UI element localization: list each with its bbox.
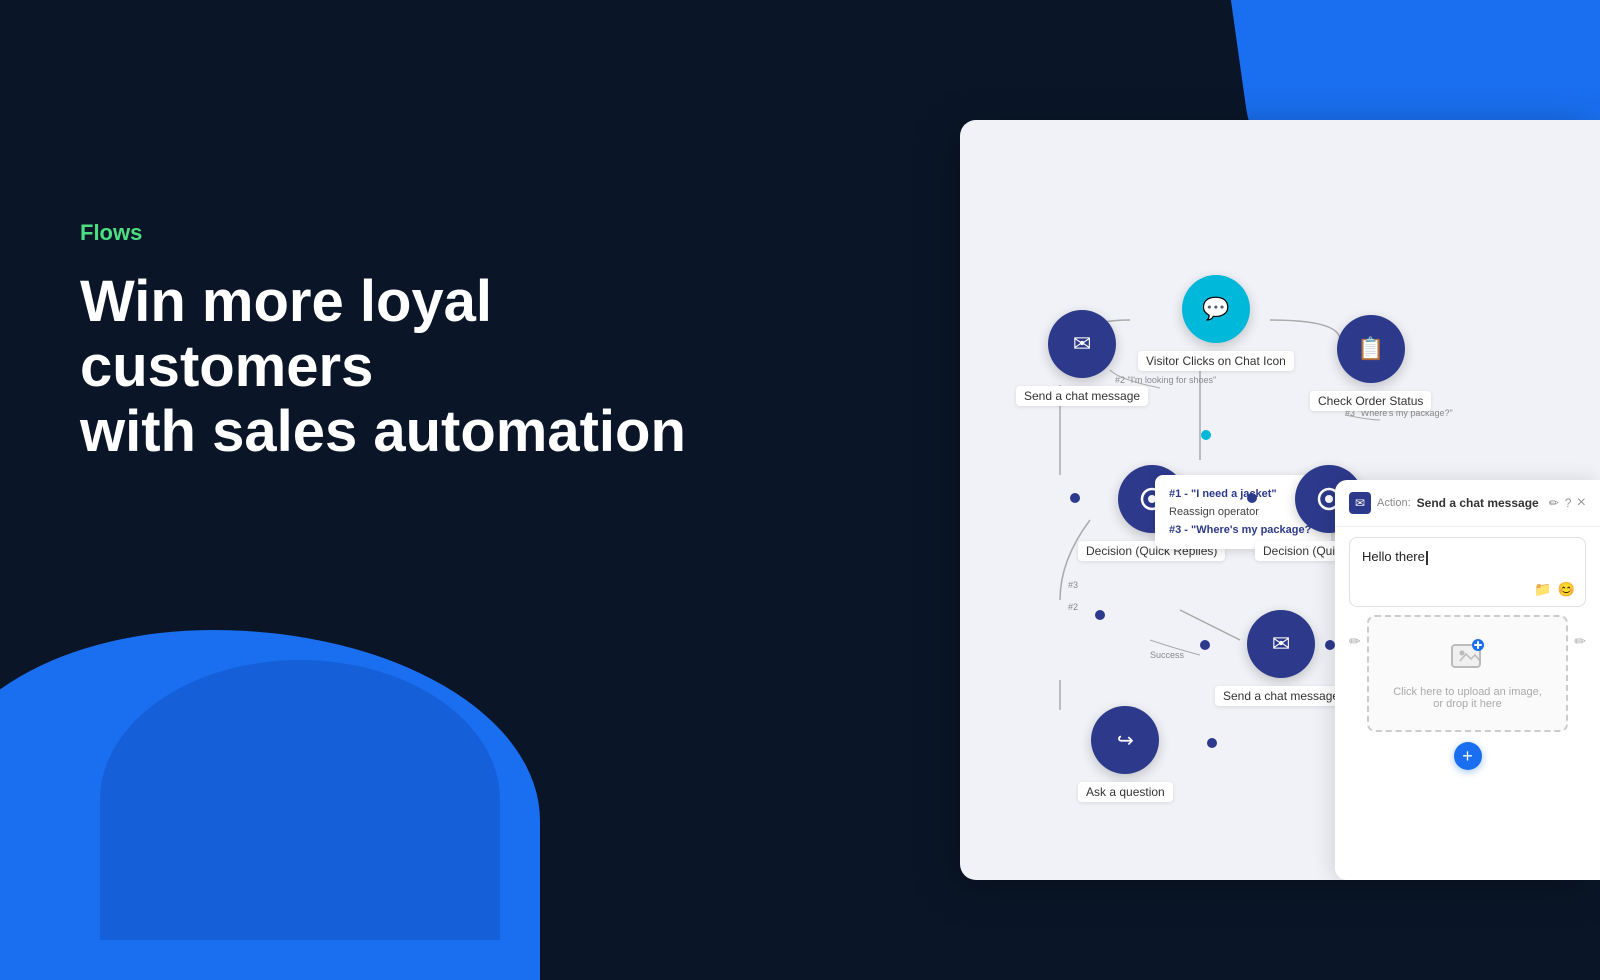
flows-label: Flows (80, 220, 760, 246)
connector-label-2: #2 "I'm looking for shoes" (1115, 375, 1216, 385)
success-label: Success (1150, 650, 1184, 660)
image-upload-row: ✏ Click here to upload an image, (1349, 615, 1586, 732)
emoji-icon[interactable]: 😊 (1558, 581, 1575, 598)
action-panel-header: ✉ Action: Send a chat message ✏ ? × (1335, 480, 1600, 527)
main-heading: Win more loyal customers with sales auto… (80, 270, 760, 465)
folder-icon[interactable]: 📁 (1534, 581, 1551, 598)
image-upload-box[interactable]: Click here to upload an image, or drop i… (1367, 615, 1569, 732)
dot-center-top (1201, 430, 1211, 440)
connector-label-3b: #3 (1068, 580, 1078, 590)
left-panel: Flows Win more loyal customers with sale… (80, 220, 760, 465)
connector-label-2b: #2 (1068, 602, 1078, 612)
dot-right-ask-question (1207, 738, 1217, 748)
node-ask-question[interactable]: ↪ Ask a question (1078, 706, 1173, 802)
action-panel: ✉ Action: Send a chat message ✏ ? × Hell… (1335, 480, 1600, 880)
node-send-chat-2[interactable]: ✉ Send a chat message (1215, 610, 1347, 706)
action-panel-body: Hello there 📁 😊 ✏ (1335, 527, 1600, 780)
ask-question-icon: ↪ (1091, 706, 1159, 774)
node-visitor-clicks[interactable]: 💬 Visitor Clicks on Chat Icon (1138, 275, 1294, 371)
node-send-chat-1[interactable]: ✉ Send a chat message (1016, 310, 1148, 406)
bg-decoration-bottom-left2 (100, 660, 500, 940)
dot-send-chat-2-left (1095, 610, 1105, 620)
visitor-clicks-icon: 💬 (1182, 275, 1250, 343)
upload-label-1: Click here to upload an image, (1379, 686, 1557, 698)
visitor-clicks-label: Visitor Clicks on Chat Icon (1138, 351, 1294, 371)
node-check-order[interactable]: 📋 Check Order Status (1310, 315, 1431, 411)
action-label-text: Action: (1377, 497, 1411, 509)
action-name-text: Send a chat message (1417, 496, 1539, 510)
action-edit-icon[interactable]: ✏ (1549, 496, 1559, 510)
message-box-icons: 📁 😊 (1534, 581, 1575, 598)
message-input-box[interactable]: Hello there 📁 😊 (1349, 537, 1586, 607)
cursor (1426, 551, 1428, 565)
send-chat-1-icon: ✉ (1048, 310, 1116, 378)
upload-icon (1379, 637, 1557, 680)
dot-right-send-chat-2 (1325, 640, 1335, 650)
add-message-button[interactable]: + (1454, 742, 1482, 770)
action-icon: ✉ (1349, 492, 1371, 514)
ask-question-label: Ask a question (1078, 782, 1173, 802)
message-text: Hello there (1362, 548, 1573, 566)
action-close-button[interactable]: × (1577, 494, 1586, 512)
upload-label-2: or drop it here (1379, 698, 1557, 710)
send-chat-1-label: Send a chat message (1016, 386, 1148, 406)
send-chat-2-label: Send a chat message (1215, 686, 1347, 706)
dot-before-send-chat-2 (1200, 640, 1210, 650)
action-help-icon[interactable]: ? (1565, 496, 1572, 510)
send-chat-2-icon: ✉ (1247, 610, 1315, 678)
left-edit-icon[interactable]: ✏ (1349, 615, 1361, 650)
action-panel-title-area: ✉ Action: Send a chat message ✏ ? (1349, 492, 1571, 514)
check-order-label: Check Order Status (1310, 391, 1431, 411)
right-edit-icon[interactable]: ✏ (1574, 615, 1586, 650)
check-order-icon: 📋 (1337, 315, 1405, 383)
ui-panel: ✉ Send a chat message #2 "I'm looking fo… (960, 120, 1600, 880)
